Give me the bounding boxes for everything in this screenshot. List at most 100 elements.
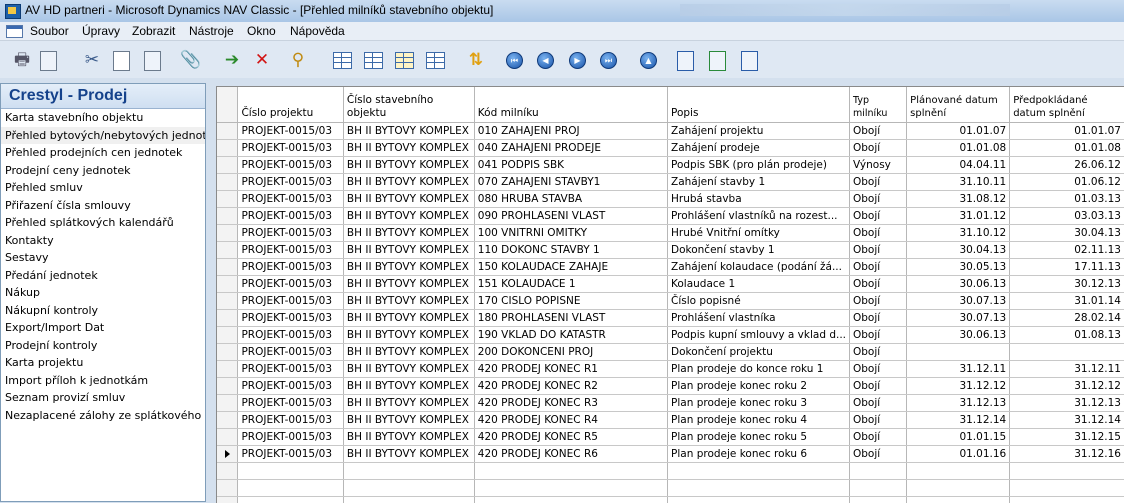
expected-date-cell[interactable]: 01.06.12 (1010, 174, 1124, 191)
empty-cell[interactable] (907, 497, 1010, 503)
building-object-cell[interactable]: BH II BYTOVY KOMPLEX (343, 276, 474, 293)
building-object-cell[interactable]: BH II BYTOVY KOMPLEX (343, 174, 474, 191)
milestone-code-cell[interactable]: 190 VKLAD DO KATASTR (474, 327, 667, 344)
description-cell[interactable]: Dokončení projektu (668, 344, 850, 361)
expected-date-cell[interactable]: 31.12.12 (1010, 378, 1124, 395)
milestone-code-cell[interactable]: 041 PODPIS SBK (474, 157, 667, 174)
milestone-type-cell[interactable]: Obojí (850, 446, 907, 463)
description-cell[interactable]: Plan prodeje do konce roku 1 (668, 361, 850, 378)
menu-okno[interactable]: Okno (247, 24, 276, 38)
project-number-cell[interactable]: PROJEKT-0015/03 (238, 157, 343, 174)
description-cell[interactable]: Zahájení projektu (668, 123, 850, 140)
building-object-cell[interactable]: BH II BYTOVY KOMPLEX (343, 157, 474, 174)
project-number-cell[interactable]: PROJEKT-0015/03 (238, 310, 343, 327)
attach-icon[interactable]: 📎 (180, 50, 200, 70)
building-object-cell[interactable]: BH II BYTOVY KOMPLEX (343, 140, 474, 157)
planned-date-cell[interactable]: 04.04.11 (907, 157, 1010, 174)
building-object-cell[interactable]: BH II BYTOVY KOMPLEX (343, 378, 474, 395)
milestone-type-cell[interactable]: Obojí (850, 191, 907, 208)
column-header-planned-date[interactable]: Plánované datum splnění (907, 87, 1010, 123)
building-object-cell[interactable]: BH II BYTOVY KOMPLEX (343, 446, 474, 463)
empty-cell[interactable] (474, 480, 667, 497)
excel-icon[interactable] (709, 51, 726, 71)
building-object-cell[interactable]: BH II BYTOVY KOMPLEX (343, 225, 474, 242)
column-header-building-object[interactable]: Číslo stavebního objektu (343, 87, 474, 123)
row-selector[interactable] (217, 242, 238, 259)
row-selector[interactable] (217, 344, 238, 361)
milestone-type-cell[interactable]: Obojí (850, 225, 907, 242)
milestone-code-cell[interactable]: 170 CISLO POPISNE (474, 293, 667, 310)
row-selector[interactable] (217, 361, 238, 378)
description-cell[interactable]: Zahájení stavby 1 (668, 174, 850, 191)
description-cell[interactable]: Plan prodeje konec roku 6 (668, 446, 850, 463)
nav-item[interactable]: Přiřazení čísla smlouvy (1, 197, 205, 215)
paste-icon[interactable] (144, 51, 161, 71)
expected-date-cell[interactable]: 31.12.16 (1010, 446, 1124, 463)
milestone-code-cell[interactable]: 150 KOLAUDACE ZAHAJE (474, 259, 667, 276)
project-number-cell[interactable]: PROJEKT-0015/03 (238, 412, 343, 429)
expected-date-cell[interactable]: 01.08.13 (1010, 327, 1124, 344)
column-header-expected-date[interactable]: Předpokládané datum splnění (1010, 87, 1124, 123)
expected-date-cell[interactable]: 26.06.12 (1010, 157, 1124, 174)
row-selector[interactable] (217, 497, 238, 503)
milestone-code-cell[interactable]: 080 HRUBA STAVBA (474, 191, 667, 208)
table-icon[interactable] (426, 52, 445, 69)
project-number-cell[interactable]: PROJEKT-0015/03 (238, 208, 343, 225)
row-selector[interactable] (217, 480, 238, 497)
milestone-code-cell[interactable]: 420 PRODEJ KONEC R5 (474, 429, 667, 446)
planned-date-cell[interactable]: 30.07.13 (907, 293, 1010, 310)
row-selector[interactable] (217, 446, 238, 463)
table-row[interactable]: PROJEKT-0015/03BH II BYTOVY KOMPLEX420 P… (217, 429, 1124, 446)
table-row[interactable]: PROJEKT-0015/03BH II BYTOVY KOMPLEX080 H… (217, 191, 1124, 208)
milestone-code-cell[interactable]: 010 ZAHAJENI PROJ (474, 123, 667, 140)
empty-row[interactable] (217, 463, 1124, 480)
empty-cell[interactable] (343, 480, 474, 497)
milestone-code-cell[interactable]: 200 DOKONCENI PROJ (474, 344, 667, 361)
empty-cell[interactable] (668, 480, 850, 497)
planned-date-cell[interactable]: 30.06.13 (907, 327, 1010, 344)
word-icon[interactable] (677, 51, 694, 71)
milestone-type-cell[interactable]: Výnosy (850, 157, 907, 174)
row-selector[interactable] (217, 259, 238, 276)
expected-date-cell[interactable]: 30.12.13 (1010, 276, 1124, 293)
planned-date-cell[interactable]: 30.07.13 (907, 310, 1010, 327)
empty-cell[interactable] (343, 497, 474, 503)
empty-cell[interactable] (850, 480, 907, 497)
row-selector[interactable] (217, 123, 238, 140)
empty-cell[interactable] (474, 463, 667, 480)
planned-date-cell[interactable]: 31.01.12 (907, 208, 1010, 225)
project-number-cell[interactable]: PROJEKT-0015/03 (238, 378, 343, 395)
empty-cell[interactable] (668, 463, 850, 480)
expected-date-cell[interactable]: 28.02.14 (1010, 310, 1124, 327)
column-header-milestone-code[interactable]: Kód milníku (474, 87, 667, 123)
project-number-cell[interactable]: PROJEKT-0015/03 (238, 242, 343, 259)
project-number-cell[interactable]: PROJEKT-0015/03 (238, 361, 343, 378)
building-object-cell[interactable]: BH II BYTOVY KOMPLEX (343, 361, 474, 378)
row-selector[interactable] (217, 191, 238, 208)
row-selector[interactable] (217, 157, 238, 174)
approve-icon[interactable] (741, 51, 758, 71)
planned-date-cell[interactable]: 01.01.08 (907, 140, 1010, 157)
table-row[interactable]: PROJEKT-0015/03BH II BYTOVY KOMPLEX180 P… (217, 310, 1124, 327)
milestone-code-cell[interactable]: 180 PROHLASENI VLAST (474, 310, 667, 327)
system-menu-icon[interactable] (6, 25, 23, 38)
milestone-code-cell[interactable]: 420 PRODEJ KONEC R3 (474, 395, 667, 412)
row-selector[interactable] (217, 378, 238, 395)
last-record-icon[interactable]: ⏭ (600, 52, 617, 69)
expected-date-cell[interactable]: 17.11.13 (1010, 259, 1124, 276)
planned-date-cell[interactable]: 31.10.11 (907, 174, 1010, 191)
description-cell[interactable]: Číslo popisné (668, 293, 850, 310)
nav-item[interactable]: Přehled smluv (1, 179, 205, 197)
table-row[interactable]: PROJEKT-0015/03BH II BYTOVY KOMPLEX170 C… (217, 293, 1124, 310)
expected-date-cell[interactable]: 31.12.11 (1010, 361, 1124, 378)
expected-date-cell[interactable] (1010, 344, 1124, 361)
nav-item[interactable]: Přehled prodejních cen jednotek (1, 144, 205, 162)
expected-date-cell[interactable]: 31.12.15 (1010, 429, 1124, 446)
milestone-code-cell[interactable]: 420 PRODEJ KONEC R1 (474, 361, 667, 378)
description-cell[interactable]: Zahájení prodeje (668, 140, 850, 157)
description-cell[interactable]: Podpis kupní smlouvy a vklad d... (668, 327, 850, 344)
building-object-cell[interactable]: BH II BYTOVY KOMPLEX (343, 310, 474, 327)
table-row[interactable]: PROJEKT-0015/03BH II BYTOVY KOMPLEX190 V… (217, 327, 1124, 344)
planned-date-cell[interactable]: 31.12.11 (907, 361, 1010, 378)
expected-date-cell[interactable]: 01.01.08 (1010, 140, 1124, 157)
